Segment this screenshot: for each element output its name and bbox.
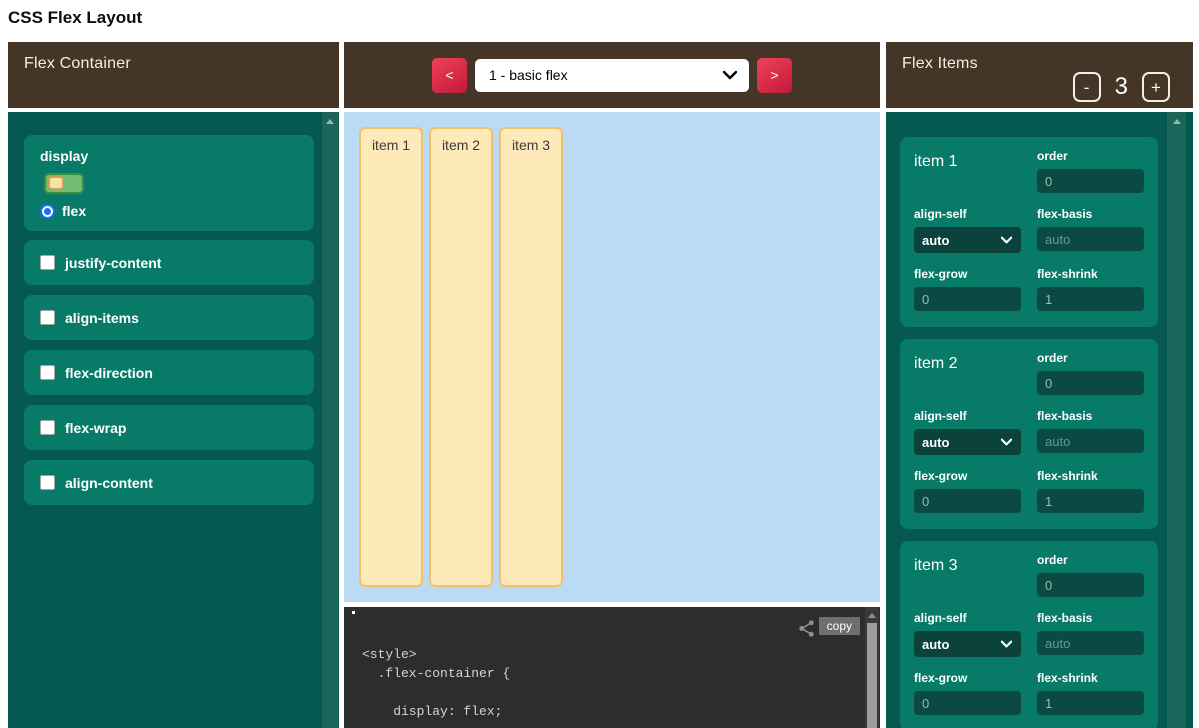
justify-content-card[interactable]: justify-content [24,240,314,285]
order-label: order [1037,149,1144,163]
item-3-flex-basis-input[interactable] [1037,631,1144,655]
flex-wrap-card[interactable]: flex-wrap [24,405,314,450]
item-2-align-self-wrap: auto [914,429,1021,455]
order-label: order [1037,553,1144,567]
flex-items-panel: Flex Items - 3 + item 1 order align-self… [886,42,1193,728]
flex-radio-label: flex [62,203,86,219]
align-items-checkbox[interactable] [40,310,55,325]
item-3-card: item 3 order align-self auto flex-basis [900,541,1158,728]
flex-shrink-label: flex-shrink [1037,267,1144,281]
flex-playground: item 1 item 2 item 3 [344,112,880,602]
left-panel-scrollbar[interactable] [322,112,338,728]
item-2-flex-grow-input[interactable] [914,489,1021,513]
item-3-order-input[interactable] [1037,573,1144,597]
flex-direction-card[interactable]: flex-direction [24,350,314,395]
item-count-control: - 3 + [1073,72,1170,102]
flex-basis-label: flex-basis [1037,409,1144,423]
justify-content-checkbox[interactable] [40,255,55,270]
scenario-bar: < 1 - basic flex > [344,42,880,108]
share-icon[interactable] [797,619,816,638]
align-self-label: align-self [914,611,1021,625]
add-item-button[interactable]: + [1142,72,1170,102]
item-1-card-title: item 1 [914,149,1021,193]
item-1-align-self-select[interactable]: auto [914,227,1021,253]
item-3-align-self-select[interactable]: auto [914,631,1021,657]
flex-basis-label: flex-basis [1037,207,1144,221]
item-1-align-self-wrap: auto [914,227,1021,253]
code-scroll-up-arrow-icon[interactable] [868,613,876,618]
item-2-flex-basis-input[interactable] [1037,429,1144,453]
playground-item-2[interactable]: item 2 [429,127,493,587]
flex-direction-checkbox[interactable] [40,365,55,380]
item-1-flex-grow-input[interactable] [914,287,1021,311]
playground-column: < 1 - basic flex > item 1 item 2 item 3 … [344,42,880,728]
display-label: display [40,148,298,164]
flex-container-panel: Flex Container display flex justify-cont… [8,42,339,728]
code-scrollbar[interactable] [865,607,879,728]
flex-container-panel-header: Flex Container [8,42,339,108]
scenario-select-wrap: 1 - basic flex [475,59,749,92]
display-toggle[interactable] [44,173,84,194]
flex-basis-label: flex-basis [1037,611,1144,625]
remove-item-button[interactable]: - [1073,72,1101,102]
align-content-label: align-content [65,475,153,491]
item-3-flex-grow-input[interactable] [914,691,1021,715]
order-label: order [1037,351,1144,365]
scroll-up-arrow-icon[interactable] [326,119,334,124]
item-1-flex-basis-input[interactable] [1037,227,1144,251]
flex-items-panel-header: Flex Items - 3 + [886,42,1193,108]
item-2-order-input[interactable] [1037,371,1144,395]
flex-radio[interactable] [40,204,55,219]
copy-button[interactable]: copy [819,617,860,635]
align-items-card[interactable]: align-items [24,295,314,340]
align-self-label: align-self [914,409,1021,423]
justify-content-label: justify-content [65,255,161,271]
item-2-flex-shrink-input[interactable] [1037,489,1144,513]
flex-items-panel-title: Flex Items [902,55,978,73]
flex-direction-label: flex-direction [65,365,153,381]
flex-grow-label: flex-grow [914,267,1021,281]
flex-items-panel-body: item 1 order align-self auto flex-basis [886,112,1193,728]
flex-wrap-label: flex-wrap [65,420,126,436]
prev-scenario-button[interactable]: < [432,58,467,93]
align-content-card[interactable]: align-content [24,460,314,505]
item-count: 3 [1115,73,1128,101]
code-panel: copy <style> .flex-container { display: … [344,607,880,728]
right-panel-scrollbar[interactable] [1167,112,1186,728]
flex-grow-label: flex-grow [914,469,1021,483]
code-bullet [352,611,355,614]
flex-shrink-label: flex-shrink [1037,671,1144,685]
item-1-flex-shrink-input[interactable] [1037,287,1144,311]
flex-container-panel-body: display flex justify-content align-items… [8,112,339,728]
flex-shrink-label: flex-shrink [1037,469,1144,483]
item-2-card: item 2 order align-self auto flex-basis [900,339,1158,529]
code-scrollbar-thumb[interactable] [867,623,877,728]
item-3-align-self-wrap: auto [914,631,1021,657]
page-title: CSS Flex Layout [8,8,142,28]
flex-container-panel-title: Flex Container [24,55,131,73]
align-self-label: align-self [914,207,1021,221]
scroll-up-arrow-icon[interactable] [1173,119,1181,124]
align-content-checkbox[interactable] [40,475,55,490]
item-1-order-input[interactable] [1037,169,1144,193]
item-3-flex-shrink-input[interactable] [1037,691,1144,715]
display-toggle-knob[interactable] [48,176,64,190]
display-card: display flex [24,135,314,231]
playground-item-1[interactable]: item 1 [359,127,423,587]
align-items-label: align-items [65,310,139,326]
item-2-card-title: item 2 [914,351,1021,395]
scenario-select[interactable]: 1 - basic flex [475,59,749,92]
code-text: <style> .flex-container { display: flex; [362,645,880,721]
item-2-align-self-select[interactable]: auto [914,429,1021,455]
item-3-card-title: item 3 [914,553,1021,597]
playground-item-3[interactable]: item 3 [499,127,563,587]
flex-grow-label: flex-grow [914,671,1021,685]
flex-wrap-checkbox[interactable] [40,420,55,435]
item-1-card: item 1 order align-self auto flex-basis [900,137,1158,327]
next-scenario-button[interactable]: > [757,58,792,93]
